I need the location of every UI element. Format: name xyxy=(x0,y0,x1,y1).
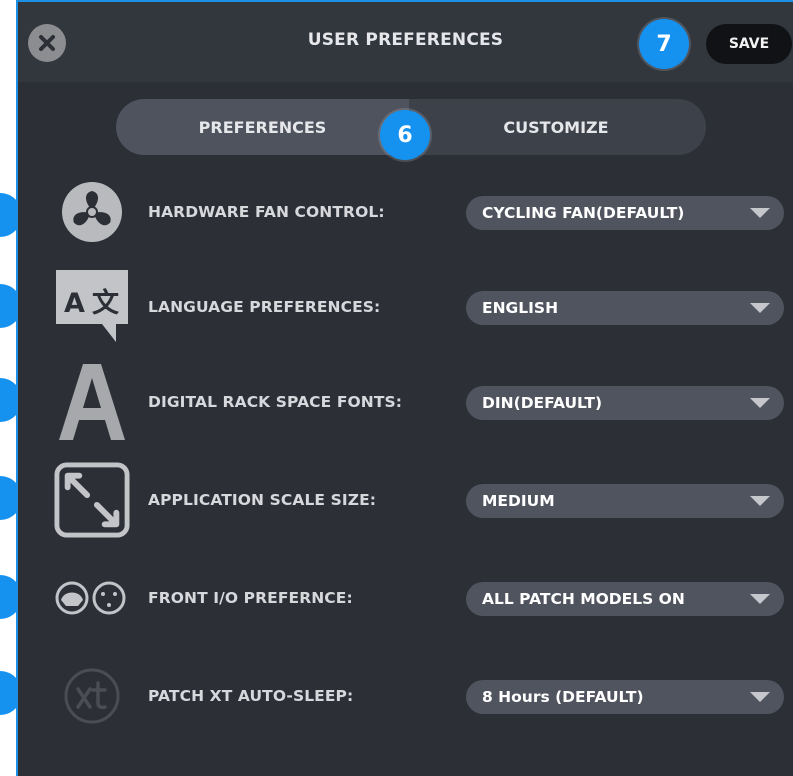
dropdown-value: ALL PATCH MODELS ON xyxy=(482,590,685,608)
scale-dropdown[interactable]: MEDIUM xyxy=(466,484,784,518)
svg-text:文: 文 xyxy=(92,287,120,319)
setting-row-scale: APPLICATION SCALE SIZE: MEDIUM xyxy=(18,460,793,540)
chevron-down-icon xyxy=(750,303,770,313)
callout-badge-tab: 6 xyxy=(380,110,430,160)
setting-row-fan: HARDWARE FAN CONTROL: CYCLING FAN(DEFAUL… xyxy=(18,172,793,252)
fan-icon xyxy=(54,172,130,252)
fonts-dropdown[interactable]: DIN(DEFAULT) xyxy=(466,386,784,420)
scale-icon xyxy=(54,460,130,540)
chevron-down-icon xyxy=(750,496,770,506)
svg-text:A: A xyxy=(64,288,85,319)
tab-customize[interactable]: CUSTOMIZE xyxy=(436,99,676,155)
setting-label: HARDWARE FAN CONTROL: xyxy=(148,203,385,221)
save-button[interactable]: SAVE xyxy=(706,24,792,64)
dropdown-value: ENGLISH xyxy=(482,299,559,317)
font-icon xyxy=(54,362,130,442)
dropdown-value: MEDIUM xyxy=(482,492,555,510)
dropdown-value: 8 Hours (DEFAULT) xyxy=(482,688,644,706)
setting-label: FRONT I/O PREFERNCE: xyxy=(148,589,353,607)
chevron-down-icon xyxy=(750,208,770,218)
setting-label: LANGUAGE PREFERENCES: xyxy=(148,298,381,316)
front-io-dropdown[interactable]: ALL PATCH MODELS ON xyxy=(466,582,784,616)
setting-row-front-io: FRONT I/O PREFERNCE: ALL PATCH MODELS ON xyxy=(18,558,793,638)
setting-row-auto-sleep: PATCH XT AUTO-SLEEP: 8 Hours (DEFAULT) xyxy=(18,656,793,736)
dropdown-value: CYCLING FAN(DEFAULT) xyxy=(482,204,685,222)
xt-icon xyxy=(54,656,130,736)
tab-preferences[interactable]: PREFERENCES xyxy=(116,99,409,155)
io-icon xyxy=(54,558,130,638)
preferences-dialog: USER PREFERENCES SAVE 7 PREFERENCES CUST… xyxy=(16,0,793,776)
language-icon: A 文 xyxy=(54,267,130,347)
language-dropdown[interactable]: ENGLISH xyxy=(466,291,784,325)
callout-badge-save: 7 xyxy=(639,19,689,69)
fan-control-dropdown[interactable]: CYCLING FAN(DEFAULT) xyxy=(466,196,784,230)
dropdown-value: DIN(DEFAULT) xyxy=(482,394,603,412)
setting-row-language: A 文 LANGUAGE PREFERENCES: ENGLISH xyxy=(18,267,793,347)
chevron-down-icon xyxy=(750,594,770,604)
setting-row-fonts: DIGITAL RACK SPACE FONTS: DIN(DEFAULT) xyxy=(18,362,793,442)
setting-label: PATCH XT AUTO-SLEEP: xyxy=(148,687,354,705)
auto-sleep-dropdown[interactable]: 8 Hours (DEFAULT) xyxy=(466,680,784,714)
chevron-down-icon xyxy=(750,398,770,408)
chevron-down-icon xyxy=(750,692,770,702)
setting-label: APPLICATION SCALE SIZE: xyxy=(148,491,377,509)
setting-label: DIGITAL RACK SPACE FONTS: xyxy=(148,393,403,411)
